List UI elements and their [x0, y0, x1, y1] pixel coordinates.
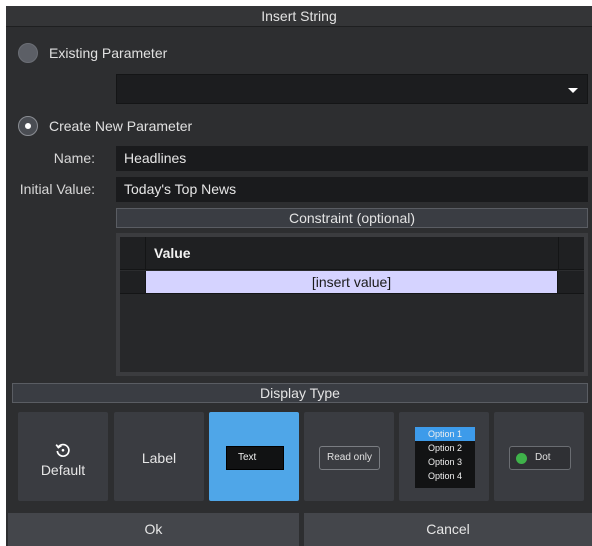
display-type-label[interactable]: Label	[114, 412, 204, 501]
list-option-4: Option 4	[427, 471, 463, 481]
name-label: Name:	[53, 150, 95, 166]
table-end-header	[558, 237, 584, 270]
display-type-dot[interactable]: Dot	[494, 412, 584, 501]
display-type-header: Display Type	[12, 383, 588, 403]
row-end	[557, 271, 584, 293]
table-header: Value	[120, 237, 584, 270]
display-type-read-only[interactable]: Read only	[304, 412, 394, 501]
label-option-text: Label	[141, 450, 177, 466]
cancel-button[interactable]: Cancel	[304, 513, 592, 546]
create-new-parameter-radio[interactable]	[18, 116, 38, 136]
constraint-header: Constraint (optional)	[116, 208, 588, 228]
display-type-list[interactable]: Option 1 Option 2 Option 3 Option 4	[399, 412, 489, 501]
reset-icon	[55, 443, 70, 457]
table-row[interactable]: [insert value]	[120, 271, 584, 293]
default-label: Default	[40, 462, 86, 478]
insert-string-dialog: Insert String Existing Parameter Create …	[6, 6, 592, 546]
existing-parameter-label: Existing Parameter	[49, 45, 168, 61]
chevron-down-icon	[568, 88, 578, 93]
text-option-preview: Text	[226, 446, 284, 470]
list-option-2: Option 2	[427, 443, 463, 453]
row-gutter	[120, 271, 146, 293]
dot-option-preview: Dot	[509, 446, 571, 470]
list-option-1: Option 1	[415, 427, 475, 441]
display-type-default[interactable]: Default	[18, 412, 108, 501]
name-field[interactable]: Headlines	[116, 146, 588, 171]
green-dot-icon	[516, 453, 527, 464]
dialog-title: Insert String	[6, 6, 592, 27]
list-option-3: Option 3	[427, 457, 463, 467]
table-gutter-header	[120, 237, 146, 270]
create-new-parameter-label: Create New Parameter	[49, 118, 193, 134]
initial-value-label: Initial Value:	[19, 181, 95, 197]
existing-parameter-dropdown[interactable]	[116, 74, 588, 104]
existing-parameter-option[interactable]: Existing Parameter	[18, 40, 167, 66]
insert-value-cell[interactable]: [insert value]	[146, 271, 557, 293]
value-column-header: Value	[154, 245, 191, 261]
create-new-parameter-option[interactable]: Create New Parameter	[18, 113, 192, 139]
constraint-table: Value [insert value]	[116, 233, 588, 376]
ok-button[interactable]: Ok	[8, 513, 299, 546]
read-only-option-preview: Read only	[319, 446, 380, 470]
dot-option-text: Dot	[535, 452, 551, 463]
existing-parameter-radio[interactable]	[18, 43, 38, 63]
display-type-text[interactable]: Text	[209, 412, 299, 501]
table-empty-area	[120, 293, 584, 372]
initial-value-field[interactable]: Today's Top News	[116, 177, 588, 202]
list-option-preview: Option 1 Option 2 Option 3 Option 4	[415, 427, 475, 488]
